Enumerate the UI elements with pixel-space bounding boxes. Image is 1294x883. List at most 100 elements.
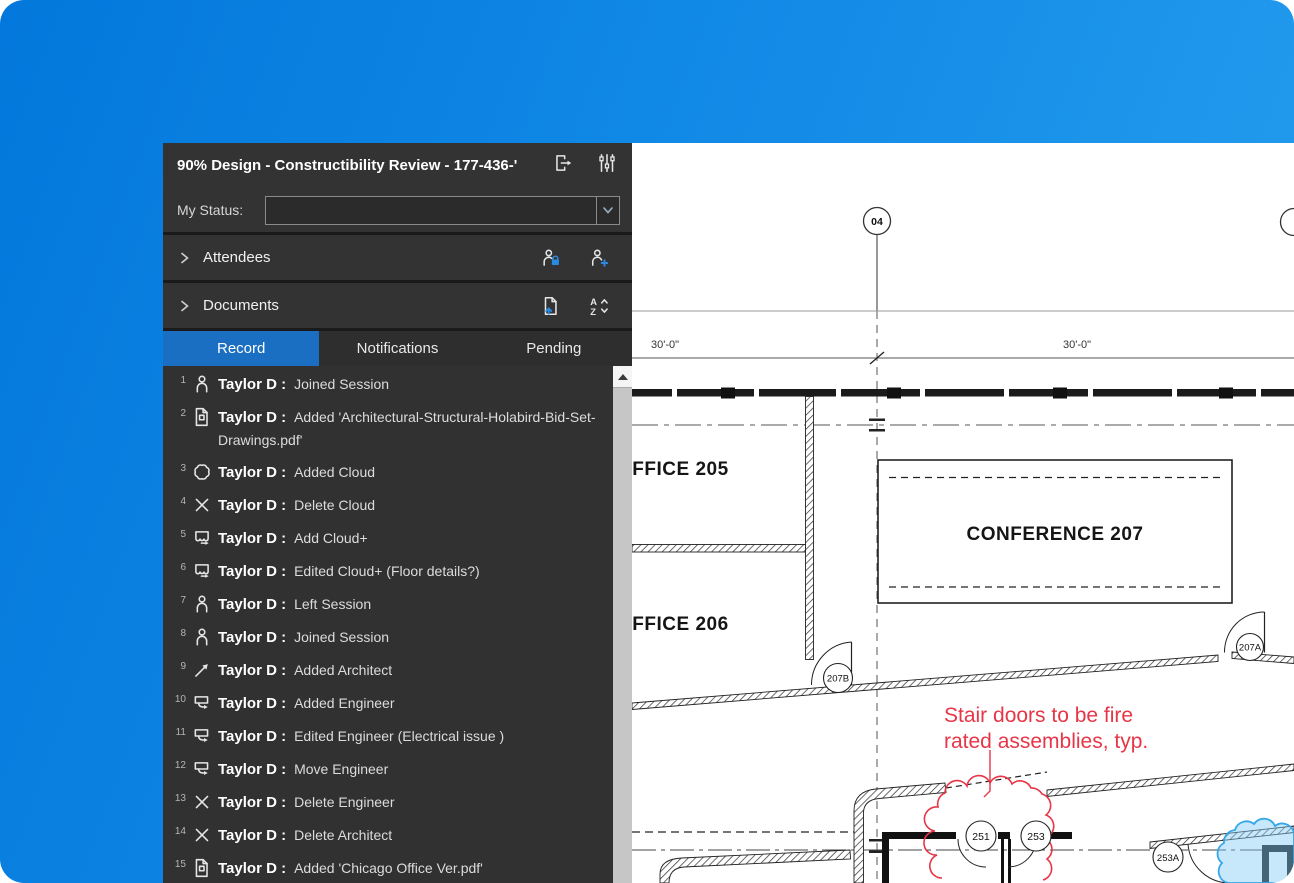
record-user: Taylor D : xyxy=(218,629,286,646)
record-action: Added Cloud xyxy=(294,464,375,480)
record-user: Taylor D : xyxy=(218,728,286,745)
scroll-up-button[interactable] xyxy=(613,366,632,387)
add-attendee-icon[interactable] xyxy=(588,248,610,268)
record-user: Taylor D : xyxy=(218,596,286,613)
record-number: 10 xyxy=(169,692,186,707)
cloud-icon xyxy=(192,462,212,482)
session-titlebar: 90% Design - Constructibility Review - 1… xyxy=(163,143,632,188)
door-tag-251: 251 xyxy=(972,831,990,843)
record-user: Taylor D : xyxy=(218,761,286,778)
record-user: Taylor D : xyxy=(218,376,286,393)
document-icon xyxy=(192,858,212,878)
record-row[interactable]: 10 Taylor D :Added Engineer xyxy=(169,687,613,720)
record-number: 9 xyxy=(169,659,186,674)
tab-record[interactable]: Record xyxy=(163,331,319,366)
record-user: Taylor D : xyxy=(218,464,286,481)
my-status-label: My Status: xyxy=(177,202,265,218)
record-action: Left Session xyxy=(294,596,371,612)
blue-markup-cloud[interactable] xyxy=(1218,819,1294,883)
floor-plan: 04 30'-0" 30'-0" xyxy=(632,143,1294,883)
room-label-office-206: OFFICE 206 xyxy=(632,614,729,635)
dimension-right: 30'-0" xyxy=(1063,339,1091,351)
door-tag-253a: 253A xyxy=(1157,853,1180,864)
room-label-office-205: OFFICE 205 xyxy=(632,459,729,480)
record-row[interactable]: 8 Taylor D : Joined Session xyxy=(169,621,613,654)
record-user: Taylor D : xyxy=(218,530,286,547)
arrow-icon xyxy=(192,660,212,680)
my-status-input[interactable] xyxy=(266,197,596,224)
cloudplus-icon xyxy=(192,561,212,581)
chevron-down-icon xyxy=(602,204,614,216)
record-row[interactable]: 11 Taylor D : Edited Engineer (Electrical… xyxy=(169,720,613,753)
record-number: 12 xyxy=(169,758,186,773)
cloudplus-icon xyxy=(192,528,212,548)
corridor-wall xyxy=(632,655,1218,710)
leave-session-icon[interactable] xyxy=(552,152,574,179)
scrollbar-thumb[interactable] xyxy=(613,387,632,883)
annotation-line2: rated assemblies, typ. xyxy=(944,730,1148,753)
record-user: Taylor D : xyxy=(218,827,286,844)
person-icon xyxy=(192,374,212,394)
red-markup-text[interactable]: Stair doors to be fire rated assemblies,… xyxy=(944,704,1148,753)
annotation-line1: Stair doors to be fire xyxy=(944,704,1133,727)
record-list-container: 1 Taylor D :Joined Session 2 Taylor D :A… xyxy=(163,366,632,883)
record-row[interactable]: 15 Taylor D : Added 'Chicago Office Ver.p… xyxy=(169,852,613,883)
my-status-row: My Status: xyxy=(163,188,632,232)
record-user: Taylor D : xyxy=(218,662,286,679)
tab-notifications[interactable]: Notifications xyxy=(319,331,475,366)
record-number: 8 xyxy=(169,626,186,641)
record-row[interactable]: 9 Taylor D :Added Architect xyxy=(169,654,613,687)
record-action: Add Cloud+ xyxy=(294,530,368,546)
sort-documents-icon[interactable] xyxy=(588,296,610,316)
record-number: 5 xyxy=(169,527,186,542)
person-icon xyxy=(192,594,212,614)
drawing-canvas[interactable]: 04 30'-0" 30'-0" xyxy=(632,143,1294,883)
record-user: Taylor D : xyxy=(218,497,286,514)
record-number: 15 xyxy=(169,857,186,872)
record-action: Added 'Chicago Office Ver.pdf' xyxy=(294,860,483,876)
record-row[interactable]: 4 Taylor D :Delete Cloud xyxy=(169,489,613,522)
chevron-right-icon xyxy=(179,252,191,264)
documents-section-header[interactable]: Documents xyxy=(163,280,632,328)
record-row[interactable]: 1 Taylor D :Joined Session xyxy=(169,368,613,401)
record-action: Added Engineer xyxy=(294,695,394,711)
record-row[interactable]: 2 Taylor D :Added 'Architectural-Structu… xyxy=(169,401,613,456)
add-document-icon[interactable] xyxy=(540,296,562,316)
session-settings-icon[interactable] xyxy=(596,152,618,179)
app-window: 90% Design - Constructibility Review - 1… xyxy=(0,0,1294,883)
my-status-field xyxy=(265,196,620,225)
record-row[interactable]: 6 Taylor D :Edited Cloud+ (Floor details… xyxy=(169,555,613,588)
record-user: Taylor D : xyxy=(218,794,286,811)
attendees-section-header[interactable]: Attendees xyxy=(163,232,632,280)
my-status-dropdown-button[interactable] xyxy=(596,197,619,224)
record-row[interactable]: 7 Taylor D :Left Session xyxy=(169,588,613,621)
callout-icon xyxy=(192,693,212,713)
tab-pending[interactable]: Pending xyxy=(476,331,632,366)
record-action: Joined Session xyxy=(294,629,389,645)
record-scrollbar[interactable] xyxy=(613,366,632,883)
room-label-conference-207: CONFERENCE 207 xyxy=(967,524,1144,545)
person-icon xyxy=(192,627,212,647)
dimension-left: 30'-0" xyxy=(651,339,679,351)
door-tag-253: 253 xyxy=(1027,831,1045,843)
record-number: 11 xyxy=(169,725,186,740)
record-row[interactable]: 13 Taylor D :Delete Engineer xyxy=(169,786,613,819)
record-number: 1 xyxy=(169,373,186,388)
document-icon xyxy=(192,407,212,427)
record-row[interactable]: 14 Taylor D :Delete Architect xyxy=(169,819,613,852)
record-row[interactable]: 5 Taylor D : Add Cloud+ xyxy=(169,522,613,555)
delete-icon xyxy=(192,825,212,845)
attendees-label: Attendees xyxy=(203,249,514,266)
chevron-right-icon xyxy=(179,300,191,312)
record-row[interactable]: 3 Taylor D :Added Cloud xyxy=(169,456,613,489)
interior-wall-horizontal xyxy=(632,545,806,553)
record-user: Taylor D : xyxy=(218,860,286,877)
delete-icon xyxy=(192,792,212,812)
record-user: Taylor D : xyxy=(218,409,286,426)
documents-label: Documents xyxy=(203,297,514,314)
record-action: Edited Engineer (Electrical issue ) xyxy=(294,728,504,744)
record-number: 14 xyxy=(169,824,186,839)
attendee-permissions-icon[interactable] xyxy=(540,248,562,268)
delete-icon xyxy=(192,495,212,515)
record-row[interactable]: 12 Taylor D :Move Engineer xyxy=(169,753,613,786)
